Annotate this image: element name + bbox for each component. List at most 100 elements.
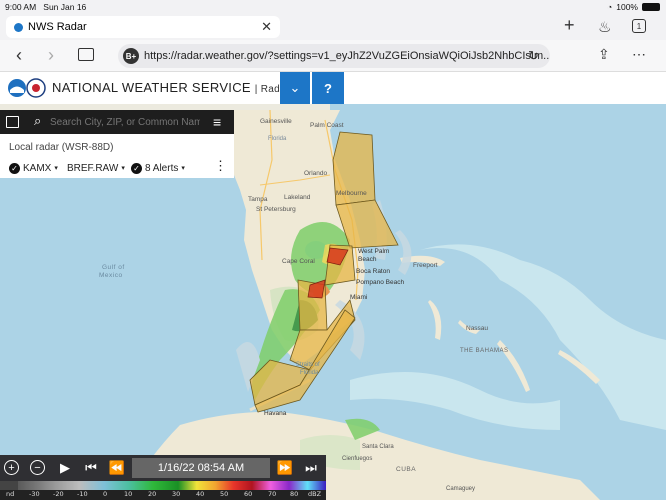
chevron-down-icon: ▾: [121, 165, 125, 172]
browser-tab-bar: NWS Radar ✕ + ♨ 1: [0, 14, 666, 40]
animation-controls: + − ▶ ⏮ ⏪ 1/16/22 08:54 AM ⏩ ⏭: [0, 455, 326, 481]
step-forward-icon[interactable]: ⏩: [276, 459, 294, 477]
more-options-icon[interactable]: ⋮: [214, 158, 227, 174]
map-label-west-palm: West Palm: [358, 248, 390, 255]
station-select[interactable]: ✓ KAMX ▾: [9, 160, 58, 176]
skip-end-icon[interactable]: ⏭: [302, 459, 320, 477]
map-label-straits-florida: Florida: [300, 370, 319, 376]
chevron-down-icon: ▾: [181, 165, 185, 172]
skip-start-icon[interactable]: ⏮: [82, 459, 100, 477]
tab-count: 1: [636, 21, 642, 31]
status-date: Sun Jan 16: [43, 2, 87, 12]
browser-tab[interactable]: NWS Radar ✕: [6, 16, 280, 38]
hamburger-menu-icon[interactable]: ≡: [213, 114, 221, 130]
map-label-havana: Havana: [264, 410, 287, 417]
map-label-gainesville: Gainesville: [260, 118, 292, 125]
legend-label: 80: [290, 490, 299, 498]
tab-count-button[interactable]: 1: [632, 19, 646, 33]
fire-icon[interactable]: ♨: [598, 18, 611, 36]
search-bar: ⌕ ≡: [0, 110, 234, 134]
map-label-freeport: Freeport: [413, 262, 438, 269]
map-label-florida: Florida: [268, 136, 287, 142]
map-label-orlando: Orlando: [304, 170, 328, 177]
search-input[interactable]: [50, 114, 200, 130]
blocker-badge-icon[interactable]: B+: [123, 48, 139, 64]
map-label-gulf: Gulf of: [102, 264, 125, 271]
ios-status-bar: 9:00 AM Sun Jan 16 ◔ 100%: [0, 0, 666, 14]
map-label-cuba: CUBA: [396, 466, 417, 473]
layers-icon[interactable]: [6, 116, 19, 128]
battery-percent: 100%: [616, 2, 638, 12]
status-time-date: 9:00 AM Sun Jan 16: [5, 2, 86, 12]
tab-title: NWS Radar: [28, 21, 87, 33]
alerts-value: 8 Alerts: [145, 162, 179, 174]
timestamp-display: 1/16/22 08:54 AM: [132, 458, 270, 478]
legend-label: 30: [172, 490, 181, 498]
legend-label: dBZ: [308, 490, 322, 498]
map-label-st-petersburg: St Petersburg: [256, 206, 296, 213]
legend-label: 0: [103, 490, 108, 498]
legend-label: nd: [6, 490, 15, 498]
play-icon[interactable]: ▶: [56, 459, 74, 477]
check-icon: ✓: [9, 162, 20, 174]
map-label-cienfuegos: Cienfuegos: [342, 456, 373, 462]
map-label-straits: Straits of: [296, 362, 320, 368]
wifi-icon: ◔: [607, 2, 613, 12]
legend-label: -10: [77, 490, 88, 498]
map-label-cape-coral: Cape Coral: [282, 258, 315, 265]
check-icon: ✓: [131, 162, 142, 174]
legend-label: -30: [29, 490, 40, 498]
map-label-camaguey: Camaguey: [446, 486, 476, 492]
chevron-down-icon: ⌄: [289, 80, 301, 95]
site-title[interactable]: NATIONAL WEATHER SERVICE | Radar: [52, 80, 290, 95]
alerts-select[interactable]: ✓ 8 Alerts ▾: [131, 160, 185, 176]
help-button[interactable]: ?: [312, 72, 344, 104]
map-label-bahamas: THE BAHAMAS: [460, 348, 509, 354]
map-label-west-palm-beach: Beach: [358, 256, 377, 263]
legend-label: -20: [53, 490, 64, 498]
radar-info-panel: Local radar (WSR-88D) ✓ KAMX ▾ BREF.RAW …: [0, 134, 234, 178]
browser-toolbar: ‹ › B+ https://radar.weather.gov/?settin…: [0, 40, 666, 72]
map-label-mexico: Mexico: [99, 272, 123, 279]
new-tab-icon[interactable]: +: [564, 15, 575, 36]
timestamp-text: 1/16/22 08:54 AM: [157, 462, 245, 474]
share-icon[interactable]: ⇪: [598, 46, 610, 63]
product-select[interactable]: BREF.RAW ▾: [67, 160, 125, 176]
forward-icon[interactable]: ›: [48, 45, 54, 66]
map-label-pompano-beach: Pompano Beach: [356, 279, 405, 286]
step-back-icon[interactable]: ⏪: [108, 459, 126, 477]
close-tab-icon[interactable]: ✕: [261, 19, 272, 35]
menu-dropdown-button[interactable]: ⌄: [280, 72, 310, 104]
map-label-melbourne: Melbourne: [336, 190, 367, 197]
address-bar[interactable]: B+ https://radar.weather.gov/?settings=v…: [118, 44, 550, 68]
station-value: KAMX: [23, 162, 52, 174]
legend-label: 70: [268, 490, 277, 498]
search-icon[interactable]: ⌕: [34, 113, 41, 129]
battery-icon: [642, 3, 660, 11]
panel-title: Local radar (WSR-88D): [9, 142, 114, 153]
map-label-nassau: Nassau: [466, 325, 489, 332]
noaa-nws-logo: [7, 77, 46, 99]
zoom-out-icon[interactable]: −: [30, 460, 45, 475]
product-value: BREF.RAW: [67, 162, 119, 174]
legend-label: 40: [196, 490, 205, 498]
zoom-in-icon[interactable]: +: [4, 460, 19, 475]
status-time: 9:00 AM: [5, 2, 37, 12]
map-label-boca-raton: Boca Raton: [356, 268, 390, 275]
map-label-lakeland: Lakeland: [284, 194, 311, 201]
menu-dots-icon[interactable]: ⋯: [632, 46, 646, 63]
legend-label: 60: [244, 490, 253, 498]
map-label-palm-coast: Palm Coast: [310, 122, 344, 129]
chevron-down-icon: ▾: [54, 165, 58, 172]
map-label-tampa: Tampa: [248, 196, 268, 203]
bookmarks-icon[interactable]: [78, 48, 94, 61]
legend-label: 10: [124, 490, 133, 498]
nws-header: NATIONAL WEATHER SERVICE | Radar ⌄ ?: [0, 72, 666, 104]
legend-label: 50: [220, 490, 229, 498]
map-label-santa-clara: Santa Clara: [362, 444, 394, 450]
map-label-miami: Miami: [350, 294, 368, 301]
reflectivity-legend: nd -30 -20 -10 0 10 20 30 40 50 60 70 80…: [0, 481, 326, 500]
reload-icon[interactable]: ↻: [528, 48, 539, 64]
back-icon[interactable]: ‹: [16, 45, 22, 66]
legend-label: 20: [148, 490, 157, 498]
